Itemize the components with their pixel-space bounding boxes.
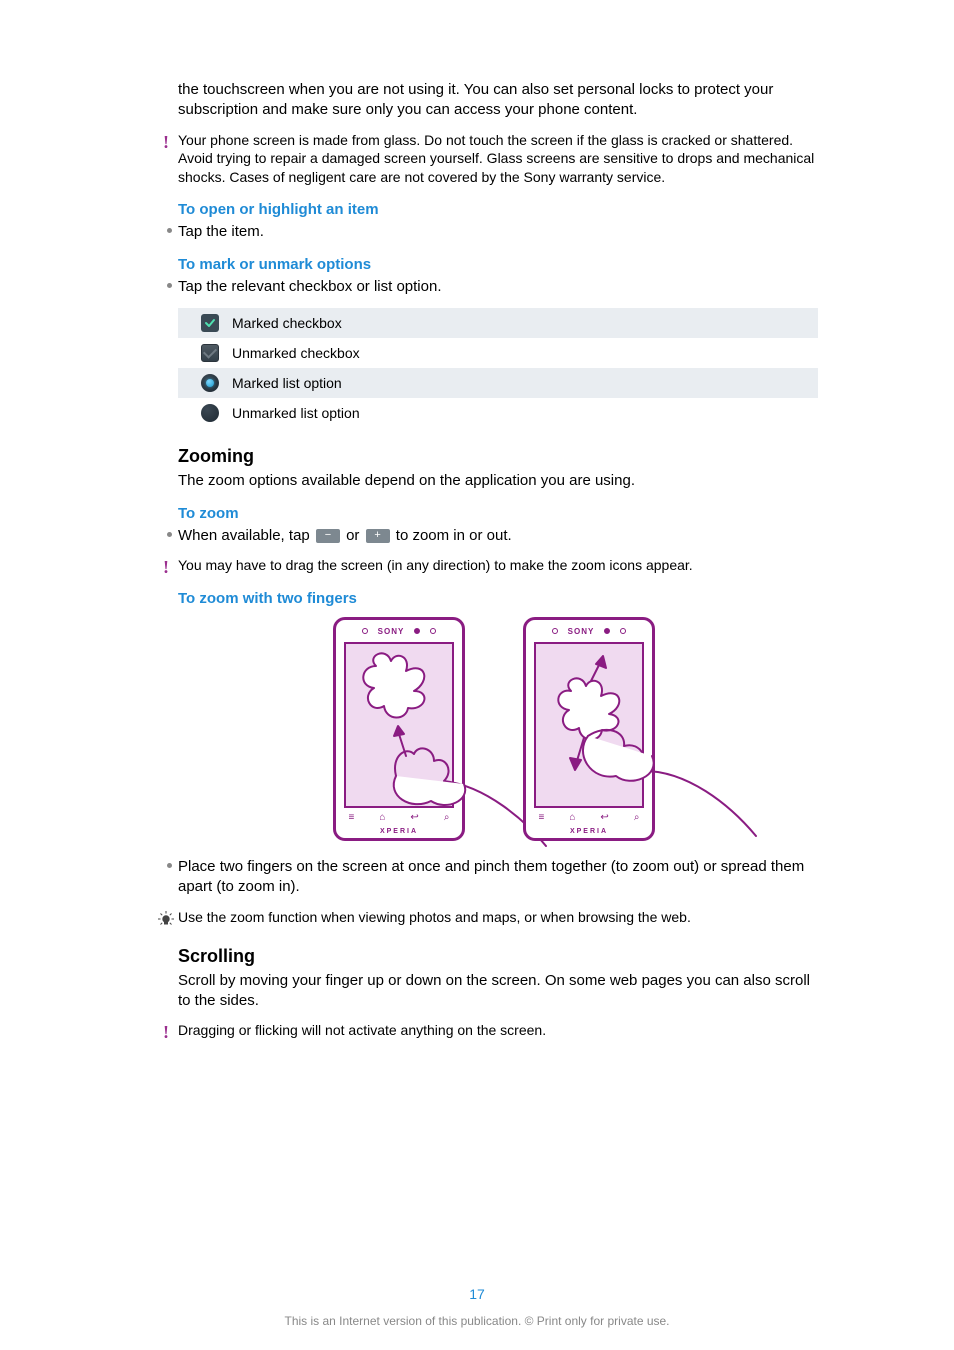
phone-brand: SONY xyxy=(378,627,405,636)
option-label: Unmarked list option xyxy=(232,405,360,421)
warning-scroll-text: Dragging or flicking will not activate a… xyxy=(178,1021,818,1040)
heading-open-item: To open or highlight an item xyxy=(178,201,818,218)
heading-mark-options: To mark or unmark options xyxy=(178,256,818,273)
bullet-tap-checkbox: Tap the relevant checkbox or list option… xyxy=(178,277,818,297)
bullet-tap-item: Tap the item. xyxy=(178,222,818,242)
tip-zoom-row: Use the zoom function when viewing photo… xyxy=(154,908,818,928)
warning-scroll-row: ! Dragging or flicking will not activate… xyxy=(154,1021,818,1041)
unmarked-radio-icon xyxy=(188,404,232,422)
option-row-marked-checkbox: Marked checkbox xyxy=(178,308,818,338)
bullet-icon xyxy=(160,526,178,537)
marked-radio-icon xyxy=(188,374,232,392)
page: the touchscreen when you are not using i… xyxy=(0,0,954,1350)
intro-paragraph: the touchscreen when you are not using i… xyxy=(178,80,818,121)
bullet-icon xyxy=(160,222,178,233)
pinch-zoom-figure: SONY xyxy=(178,617,818,841)
bullet-pinch-row: Place two fingers on the screen at once … xyxy=(160,857,818,898)
zoom-text-pre: When available, tap xyxy=(178,527,314,544)
zoom-in-icon: + xyxy=(366,529,390,543)
options-table: Marked checkbox Unmarked checkbox Marked… xyxy=(178,308,818,428)
scrolling-intro: Scroll by moving your finger up or down … xyxy=(178,971,818,1012)
bullet-pinch-text: Place two fingers on the screen at once … xyxy=(178,857,818,898)
bullet-zoom-row: When available, tap − or + to zoom in or… xyxy=(160,526,818,546)
hand-pinch-in-icon xyxy=(336,636,536,836)
zoom-text-mid: or xyxy=(346,527,364,544)
option-label: Marked checkbox xyxy=(232,315,342,331)
zoom-text-post: to zoom in or out. xyxy=(396,527,512,544)
warning-glass-row: ! Your phone screen is made from glass. … xyxy=(154,131,818,188)
option-row-unmarked-checkbox: Unmarked checkbox xyxy=(178,338,818,368)
bullet-tap-checkbox-row: Tap the relevant checkbox or list option… xyxy=(160,277,818,297)
warning-icon: ! xyxy=(154,556,178,576)
unmarked-checkbox-icon xyxy=(188,344,232,362)
marked-checkbox-icon xyxy=(188,314,232,332)
warning-icon: ! xyxy=(154,1021,178,1041)
bullet-tap-item-row: Tap the item. xyxy=(160,222,818,242)
warning-glass-text: Your phone screen is made from glass. Do… xyxy=(178,131,818,188)
option-label: Unmarked checkbox xyxy=(232,345,360,361)
tip-zoom-text: Use the zoom function when viewing photo… xyxy=(178,908,818,927)
tip-icon xyxy=(154,908,178,928)
option-row-unmarked-list: Unmarked list option xyxy=(178,398,818,428)
section-scrolling: Scrolling xyxy=(178,946,818,967)
zoom-out-icon: − xyxy=(316,529,340,543)
content-column: the touchscreen when you are not using i… xyxy=(178,80,818,1041)
phone-brand: SONY xyxy=(568,627,595,636)
warning-zoom-row: ! You may have to drag the screen (in an… xyxy=(154,556,818,576)
bullet-icon xyxy=(160,857,178,868)
option-row-marked-list: Marked list option xyxy=(178,368,818,398)
zooming-intro: The zoom options available depend on the… xyxy=(178,471,818,491)
heading-two-fingers: To zoom with two fingers xyxy=(178,590,818,607)
bullet-zoom-text: When available, tap − or + to zoom in or… xyxy=(178,526,818,546)
phone-illustration-pinch-in: SONY xyxy=(333,617,473,841)
section-zooming: Zooming xyxy=(178,446,818,467)
option-label: Marked list option xyxy=(232,375,342,391)
warning-zoom-text: You may have to drag the screen (in any … xyxy=(178,556,818,575)
hand-spread-out-icon xyxy=(526,636,746,856)
phone-illustration-spread-out: SONY xyxy=(523,617,663,841)
heading-to-zoom: To zoom xyxy=(178,505,818,522)
footer-disclaimer: This is an Internet version of this publ… xyxy=(0,1314,954,1328)
page-number: 17 xyxy=(0,1286,954,1302)
bullet-icon xyxy=(160,277,178,288)
warning-icon: ! xyxy=(154,131,178,151)
